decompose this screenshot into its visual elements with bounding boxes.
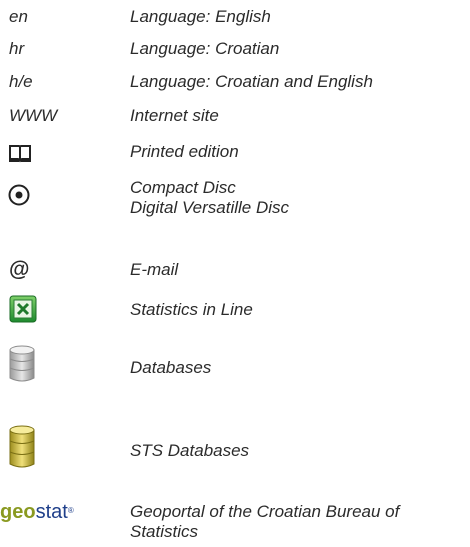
description-he: Language: Croatian and English: [130, 72, 373, 91]
disc-icon: [8, 184, 30, 206]
database-gray-icon: [9, 345, 35, 382]
code-hr: hr: [9, 39, 25, 58]
description-disc-line2: Digital Versatille Disc: [130, 198, 290, 217]
description-disc-line1: Compact Disc: [130, 178, 236, 197]
book-icon: [9, 145, 31, 163]
geostat-logo-mark: ®: [67, 506, 74, 515]
description-sts-databases: STS Databases: [130, 441, 250, 460]
at-icon: @: [9, 258, 30, 281]
geostat-logo-geo: geo: [0, 501, 36, 523]
code-he: h/e: [9, 72, 33, 91]
description-geostat-line1: Geoportal of the Croatian Bureau of: [130, 502, 400, 521]
spreadsheet-icon: [9, 295, 37, 323]
description-statistics: Statistics in Line: [130, 300, 253, 319]
code-en: en: [9, 7, 28, 26]
description-email: E-mail: [130, 260, 179, 279]
description-www: Internet site: [130, 106, 219, 125]
description-databases: Databases: [130, 358, 212, 377]
geostat-logo: geostat®: [0, 501, 74, 523]
abbreviations-legend: en Language: English hr Language: Croati…: [0, 0, 470, 547]
geostat-logo-stat: stat: [35, 501, 68, 523]
description-hr: Language: Croatian: [130, 39, 280, 58]
code-www: WWW: [9, 106, 58, 125]
description-en: Language: English: [130, 7, 271, 26]
description-geostat-line2: Statistics: [130, 522, 199, 541]
database-gold-icon: [9, 425, 35, 468]
description-printed: Printed edition: [130, 142, 239, 161]
